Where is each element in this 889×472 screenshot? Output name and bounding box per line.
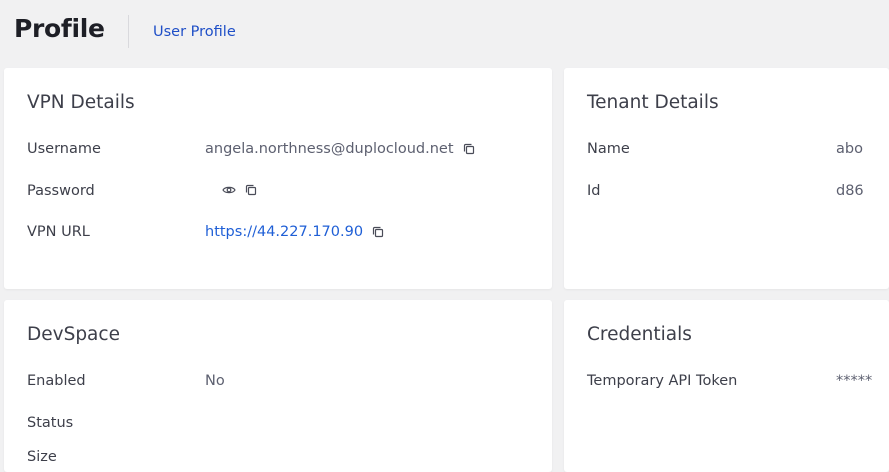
header-divider	[128, 15, 129, 48]
page-header: Profile User Profile	[0, 0, 889, 66]
tenant-id-label: Id	[587, 183, 601, 199]
copy-icon[interactable]	[244, 183, 258, 197]
tenant-name-label: Name	[587, 141, 630, 157]
username-value: angela.northness@duplocloud.net	[205, 141, 454, 157]
vpn-url-label: VPN URL	[27, 224, 90, 240]
api-token-value: *****	[836, 373, 873, 389]
devspace-status-label: Status	[27, 415, 74, 431]
tenant-details-title: Tenant Details	[587, 92, 719, 113]
devspace-card: DevSpace Enabled No Status Size	[4, 300, 552, 472]
api-token-label: Temporary API Token	[587, 373, 738, 389]
password-value-group	[214, 183, 258, 197]
copy-icon[interactable]	[371, 225, 385, 239]
vpn-details-card: VPN Details Username angela.northness@du…	[4, 68, 552, 289]
breadcrumb-user-profile[interactable]: User Profile	[153, 24, 236, 40]
devspace-enabled-label: Enabled	[27, 373, 86, 389]
credentials-card: Credentials Temporary API Token *****	[564, 300, 889, 472]
tenant-name-value: abo	[836, 141, 863, 157]
credentials-title: Credentials	[587, 324, 692, 345]
devspace-size-label: Size	[27, 449, 57, 465]
tenant-details-card: Tenant Details Name abo Id d86	[564, 68, 889, 289]
password-label: Password	[27, 183, 95, 199]
username-value-group: angela.northness@duplocloud.net	[205, 141, 476, 157]
vpn-details-title: VPN Details	[27, 92, 135, 113]
vpn-url-value-group: https://44.227.170.90	[205, 224, 385, 240]
eye-icon[interactable]	[222, 183, 236, 197]
username-label: Username	[27, 141, 101, 157]
tenant-id-value: d86	[836, 183, 864, 199]
copy-icon[interactable]	[462, 142, 476, 156]
devspace-enabled-value: No	[205, 373, 225, 389]
vpn-url-link[interactable]: https://44.227.170.90	[205, 224, 363, 240]
page-title: Profile	[14, 14, 105, 43]
devspace-title: DevSpace	[27, 324, 120, 345]
